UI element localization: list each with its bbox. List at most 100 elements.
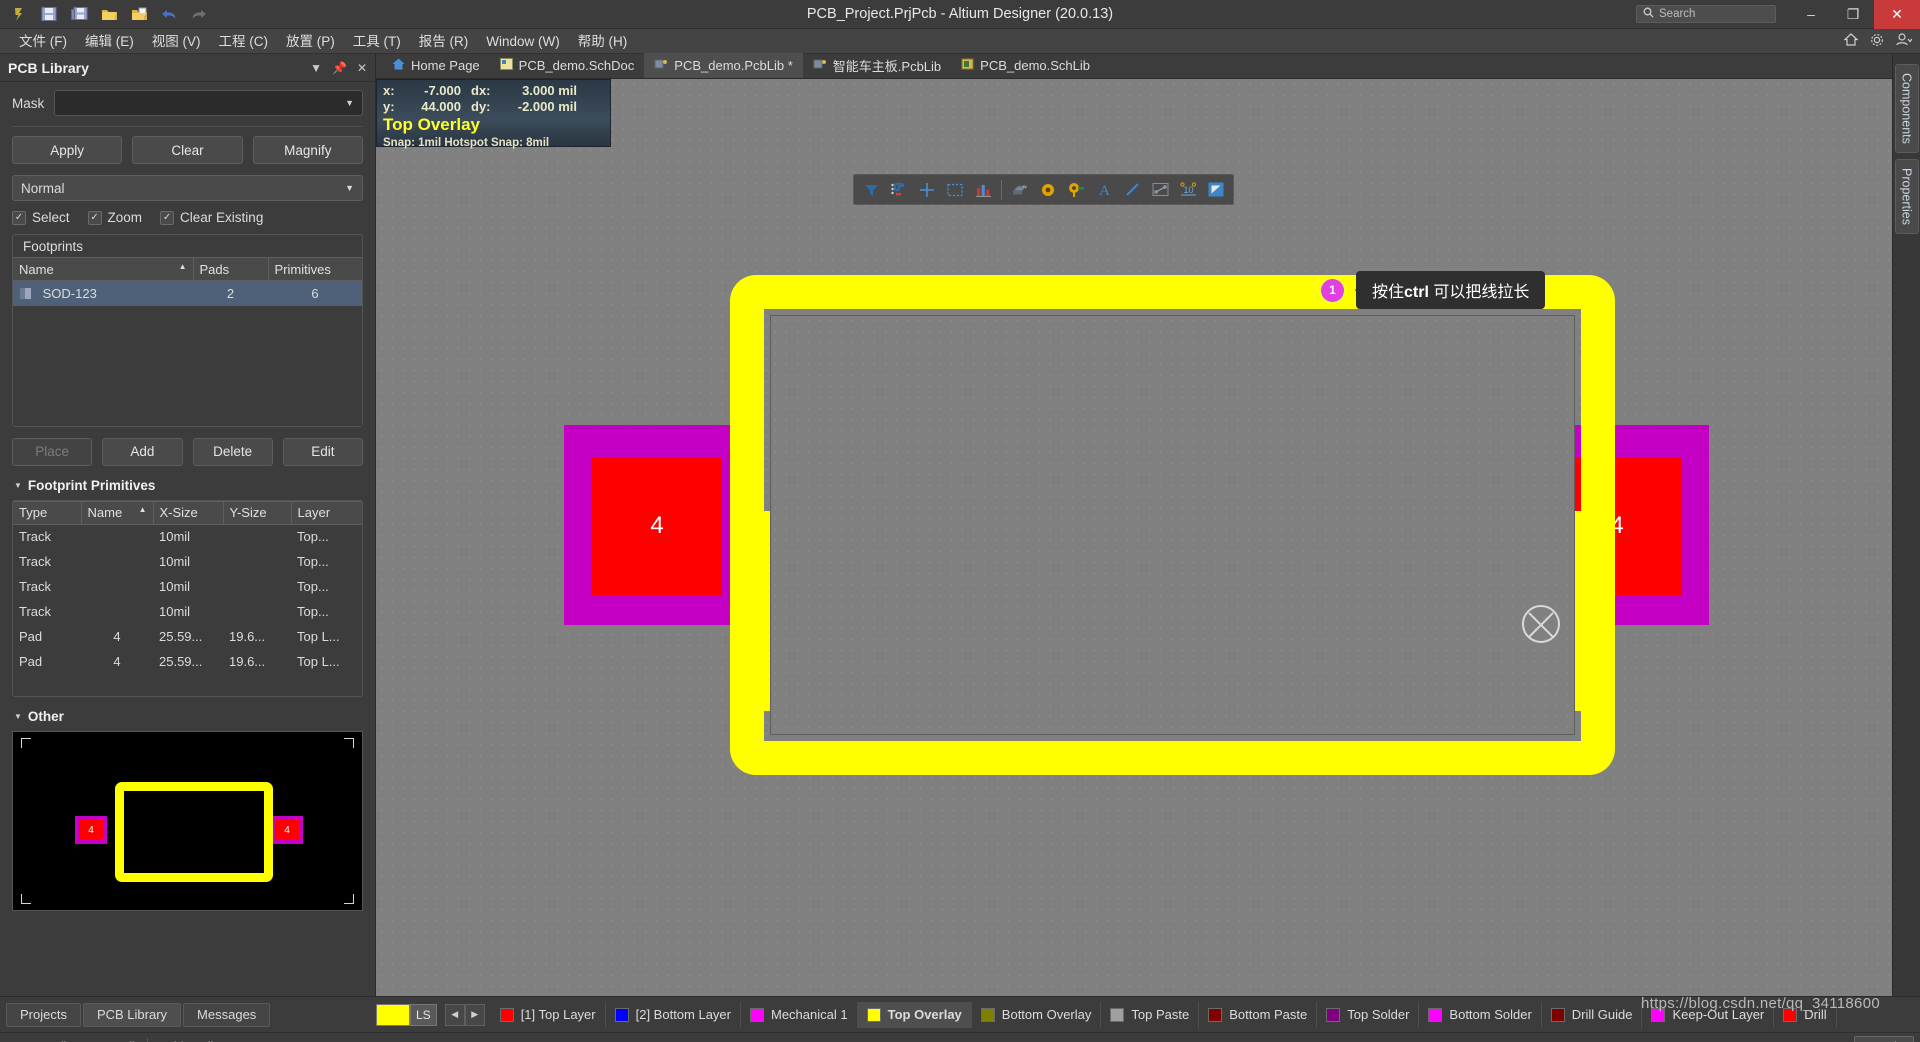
menu-item-help[interactable]: 帮助 (H)	[569, 29, 637, 54]
tab-pcb-demo-pcblib[interactable]: PCB_demo.PcbLib *	[644, 53, 803, 78]
altium-logo-icon[interactable]	[6, 3, 32, 26]
clear-button[interactable]: Clear	[132, 136, 243, 164]
table-row[interactable]: Pad 4 25.59... 19.6... Top L...	[13, 649, 362, 674]
menu-item-reports[interactable]: 报告 (R)	[410, 29, 478, 54]
tab-pcb-demo-schdoc[interactable]: PCB_demo.SchDoc	[490, 53, 645, 78]
column-header-type[interactable]: Type	[13, 500, 82, 525]
minimize-panel-icon[interactable]: ▼	[310, 61, 322, 75]
table-row[interactable]: Track 10mil Top...	[13, 524, 362, 549]
primitives-empty-area[interactable]	[13, 674, 362, 696]
menu-item-view[interactable]: 视图 (V)	[143, 29, 210, 54]
column-header-primitives[interactable]: Primitives	[268, 257, 362, 281]
layer-tab-bottom-paste[interactable]: Bottom Paste	[1199, 1001, 1318, 1028]
schdoc-icon	[499, 58, 513, 73]
menu-item-place[interactable]: 放置 (P)	[277, 29, 344, 54]
layer-sets-button[interactable]: LS	[410, 1003, 437, 1026]
dock-tab-components[interactable]: Components	[1894, 64, 1919, 153]
coordinate-icon[interactable]: 10	[1175, 177, 1201, 202]
table-row[interactable]: Track 10mil Top...	[13, 599, 362, 624]
close-panel-icon[interactable]: ✕	[357, 61, 367, 75]
close-button[interactable]: ✕	[1874, 0, 1920, 29]
via-icon[interactable]	[1035, 177, 1061, 202]
table-row[interactable]: Pad 4 25.59... 19.6... Top L...	[13, 624, 362, 649]
selection-rect-icon[interactable]	[942, 177, 968, 202]
magnet-snap-icon[interactable]	[886, 177, 912, 202]
layer-tab-bottom-layer[interactable]: [2] Bottom Layer	[606, 1001, 741, 1028]
footprint-preview[interactable]: 4 4	[12, 731, 363, 911]
line-icon[interactable]	[1119, 177, 1145, 202]
mask-mode-select[interactable]: Normal ▼	[12, 175, 363, 201]
pad-icon[interactable]	[1063, 177, 1089, 202]
bar-chart-icon[interactable]	[970, 177, 996, 202]
pcb-canvas[interactable]: 4 4 x: -7.000 dx: 3.000 mil y: 44.000 dy…	[376, 79, 1892, 996]
tab-smart-car-mainboard-pcblib[interactable]: 智能车主板.PcbLib	[803, 53, 951, 78]
chevron-left-icon[interactable]: ◀	[444, 1003, 465, 1026]
menu-item-edit[interactable]: 编辑 (E)	[76, 29, 143, 54]
table-row[interactable]: Track 10mil Top...	[13, 549, 362, 574]
panel-tab-projects[interactable]: Projects	[6, 1002, 81, 1027]
clear-existing-checkbox[interactable]: ✓ Clear Existing	[160, 210, 263, 225]
zoom-checkbox[interactable]: ✓ Zoom	[87, 210, 142, 225]
settings-gear-icon[interactable]	[1870, 33, 1884, 50]
dock-tab-properties[interactable]: Properties	[1894, 158, 1919, 234]
panels-button[interactable]: Panels	[1853, 1036, 1914, 1042]
panel-tab-messages[interactable]: Messages	[183, 1002, 271, 1027]
save-all-icon[interactable]	[66, 3, 92, 26]
crosshair-placement-icon[interactable]	[914, 177, 940, 202]
filter-icon[interactable]	[858, 177, 884, 202]
add-button[interactable]: Add	[102, 437, 183, 466]
layer-tab-top-layer[interactable]: [1] Top Layer	[491, 1001, 606, 1028]
column-header-pads[interactable]: Pads	[193, 257, 269, 281]
menu-item-window[interactable]: Window (W)	[477, 29, 569, 54]
pad-left[interactable]: 4	[592, 457, 722, 595]
column-header-pname[interactable]: Name ▲	[81, 500, 154, 525]
maximize-button[interactable]: ❐	[1832, 0, 1874, 29]
text-string-icon[interactable]: A	[1091, 177, 1117, 202]
table-row[interactable]: SOD-123 2 6	[13, 280, 362, 306]
menu-item-file[interactable]: 文件 (F)	[10, 29, 76, 54]
polygon-pour-icon[interactable]	[1203, 177, 1229, 202]
column-header-layer[interactable]: Layer	[291, 500, 362, 525]
column-header-name[interactable]: Name ▲	[13, 257, 194, 281]
user-account-icon[interactable]	[1896, 33, 1913, 49]
select-checkbox[interactable]: ✓ Select	[12, 210, 70, 225]
primitive-name: 4	[113, 629, 121, 644]
layer-tab-top-solder[interactable]: Top Solder	[1317, 1001, 1420, 1028]
other-section-header[interactable]: ▼ Other	[14, 709, 363, 724]
layer-tab-bottom-solder[interactable]: Bottom Solder	[1419, 1001, 1542, 1028]
minimize-button[interactable]: –	[1790, 0, 1832, 29]
layer-tab-top-paste[interactable]: Top Paste	[1101, 1001, 1200, 1028]
search-input[interactable]: Search	[1636, 5, 1776, 23]
chevron-right-icon[interactable]: ▶	[464, 1003, 485, 1026]
table-row[interactable]: Track 10mil Top...	[13, 574, 362, 599]
magnify-button[interactable]: Magnify	[252, 136, 363, 164]
delete-button[interactable]: Delete	[192, 437, 273, 466]
active-layer-swatch[interactable]	[376, 1003, 410, 1026]
layer-tab-mechanical-1[interactable]: Mechanical 1	[741, 1001, 858, 1028]
chevron-down-icon[interactable]: ▼	[345, 183, 354, 193]
layer-tab-top-overlay[interactable]: Top Overlay	[857, 1001, 972, 1028]
layer-tab-drill-guide[interactable]: Drill Guide	[1542, 1001, 1643, 1028]
mask-input[interactable]: ▼	[54, 90, 363, 116]
layer-tab-bottom-overlay[interactable]: Bottom Overlay	[972, 1001, 1102, 1028]
save-icon[interactable]	[36, 3, 62, 26]
pin-panel-icon[interactable]: 📌	[332, 61, 347, 75]
component-icon[interactable]	[1007, 177, 1033, 202]
open-folder-icon[interactable]	[96, 3, 122, 26]
edit-button[interactable]: Edit	[282, 437, 363, 466]
footprints-empty-area[interactable]	[13, 305, 362, 426]
column-header-xsize[interactable]: X-Size	[153, 500, 224, 525]
tab-pcb-demo-schlib[interactable]: PCB_demo.SchLib	[951, 53, 1100, 78]
apply-button[interactable]: Apply	[12, 136, 123, 164]
chevron-down-icon[interactable]: ▼	[345, 98, 354, 108]
home-icon[interactable]	[1843, 33, 1859, 49]
panel-tab-pcb-library[interactable]: PCB Library	[82, 1002, 182, 1027]
menu-item-project[interactable]: 工程 (C)	[210, 29, 278, 54]
dimension-icon[interactable]	[1147, 177, 1173, 202]
tab-home-page[interactable]: Home Page	[382, 53, 490, 78]
menu-item-tools[interactable]: 工具 (T)	[344, 29, 410, 54]
undo-icon[interactable]	[156, 3, 182, 26]
footprint-primitives-section-header[interactable]: ▼ Footprint Primitives	[14, 478, 363, 493]
open-project-icon[interactable]	[126, 3, 152, 26]
column-header-ysize[interactable]: Y-Size	[223, 500, 292, 525]
